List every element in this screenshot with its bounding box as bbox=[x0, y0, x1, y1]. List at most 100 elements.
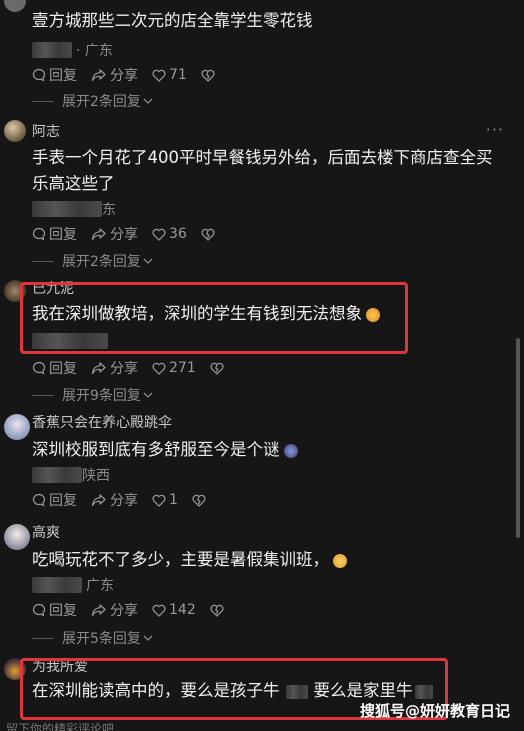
more-options-icon[interactable]: ··· bbox=[486, 120, 504, 139]
expand-replies[interactable]: 展开2条回复 bbox=[32, 251, 153, 271]
comment-actions: 回复 分享 1 bbox=[32, 490, 223, 510]
avatar[interactable] bbox=[4, 414, 30, 440]
expand-label: 展开5条回复 bbox=[62, 631, 141, 647]
share-label: 分享 bbox=[110, 361, 138, 377]
broken-heart-icon bbox=[210, 604, 224, 617]
comment-location: 东 bbox=[102, 202, 116, 218]
comment-text-content: 深圳校服到底有多舒服至今是个谜 bbox=[32, 440, 280, 459]
expand-replies[interactable]: 展开9条回复 bbox=[32, 385, 153, 405]
share-icon bbox=[91, 604, 106, 617]
dislike-button[interactable] bbox=[201, 228, 218, 241]
share-icon bbox=[91, 362, 106, 375]
like-button[interactable]: 36 bbox=[152, 226, 187, 242]
chevron-down-icon bbox=[143, 392, 153, 398]
username[interactable]: 香蕉只会在养心殿跳伞 bbox=[32, 412, 172, 432]
comment-text-content: 吃喝玩花不了多少，主要是暑假集训班， bbox=[32, 550, 329, 569]
divider bbox=[32, 394, 54, 396]
username[interactable]: 阿志 bbox=[32, 121, 60, 141]
reply-button[interactable]: 回复 bbox=[32, 65, 77, 85]
broken-heart-icon bbox=[192, 494, 206, 507]
share-button[interactable]: 分享 bbox=[91, 224, 138, 244]
dislike-button[interactable] bbox=[201, 69, 218, 82]
comment-location: · 广东 bbox=[76, 43, 113, 59]
share-label: 分享 bbox=[110, 493, 138, 509]
share-button[interactable]: 分享 bbox=[91, 358, 138, 378]
expand-replies[interactable]: 展开2条回复 bbox=[32, 91, 153, 111]
avatar[interactable] bbox=[4, 524, 30, 550]
reply-button[interactable]: 回复 bbox=[32, 600, 77, 620]
comment-actions: 回复 分享 271 bbox=[32, 358, 241, 378]
comment-actions: 回复 分享 71 bbox=[32, 65, 232, 85]
avatar[interactable] bbox=[4, 120, 26, 142]
username[interactable]: 高爽 bbox=[32, 522, 60, 542]
expand-label: 展开9条回复 bbox=[62, 388, 141, 404]
emoji-icon bbox=[333, 553, 347, 568]
highlight-box bbox=[20, 282, 408, 354]
share-button[interactable]: 分享 bbox=[91, 490, 138, 510]
like-count: 36 bbox=[169, 226, 187, 242]
share-icon bbox=[91, 494, 106, 507]
reply-label: 回复 bbox=[49, 68, 77, 84]
reply-label: 回复 bbox=[49, 227, 77, 243]
like-count: 142 bbox=[169, 602, 196, 618]
comment-text: 深圳校服到底有多舒服至今是个谜 bbox=[32, 437, 502, 463]
broken-heart-icon bbox=[210, 362, 224, 375]
chevron-down-icon bbox=[143, 258, 153, 264]
like-count: 271 bbox=[169, 360, 196, 376]
heart-icon bbox=[152, 69, 166, 82]
heart-icon bbox=[152, 228, 166, 241]
share-label: 分享 bbox=[110, 603, 138, 619]
blurred-username bbox=[32, 467, 82, 483]
comment-actions: 回复 分享 142 bbox=[32, 600, 241, 620]
comment-location: 陕西 bbox=[82, 468, 110, 484]
reply-icon bbox=[32, 68, 46, 82]
like-button[interactable]: 271 bbox=[152, 360, 196, 376]
reply-icon bbox=[32, 227, 46, 241]
expand-label: 展开2条回复 bbox=[62, 94, 141, 110]
blurred-username bbox=[32, 42, 72, 58]
share-label: 分享 bbox=[110, 68, 138, 84]
divider bbox=[32, 100, 54, 102]
heart-icon bbox=[152, 494, 166, 507]
reply-label: 回复 bbox=[49, 603, 77, 619]
heart-icon bbox=[152, 604, 166, 617]
dislike-button[interactable] bbox=[210, 362, 227, 375]
broken-heart-icon bbox=[201, 69, 215, 82]
scrollbar[interactable] bbox=[516, 338, 520, 538]
heart-icon bbox=[152, 362, 166, 375]
reply-button[interactable]: 回复 bbox=[32, 224, 77, 244]
dislike-button[interactable] bbox=[192, 494, 209, 507]
dislike-button[interactable] bbox=[210, 604, 227, 617]
reply-icon bbox=[32, 493, 46, 507]
blurred-username bbox=[32, 577, 82, 593]
comment-text: 手表一个月花了400平时早餐钱另外给，后面去楼下商店查全买乐高这些了 bbox=[32, 148, 493, 193]
like-button[interactable]: 71 bbox=[152, 67, 187, 83]
like-button[interactable]: 142 bbox=[152, 602, 196, 618]
comment-actions: 回复 分享 36 bbox=[32, 224, 232, 244]
comment-meta: 陕西 bbox=[32, 465, 110, 485]
avatar[interactable] bbox=[4, 0, 26, 12]
reply-button[interactable]: 回复 bbox=[32, 358, 77, 378]
comment-meta: · 广东 bbox=[32, 40, 113, 60]
reply-icon bbox=[32, 603, 46, 617]
comment-screen: 壹方城那些二次元的店全靠学生零花钱 · 广东 回复 分享 71 展开2条回复 阿… bbox=[0, 0, 524, 731]
expand-label: 展开2条回复 bbox=[62, 254, 141, 270]
watermark: 搜狐号@妍妍教育日记 bbox=[359, 702, 510, 720]
broken-heart-icon bbox=[201, 228, 215, 241]
chevron-down-icon bbox=[143, 98, 153, 104]
chevron-down-icon bbox=[143, 635, 153, 641]
share-button[interactable]: 分享 bbox=[91, 600, 138, 620]
like-count: 71 bbox=[169, 67, 187, 83]
comment-text: 壹方城那些二次元的店全靠学生零花钱 bbox=[32, 11, 313, 30]
share-label: 分享 bbox=[110, 227, 138, 243]
expand-replies[interactable]: 展开5条回复 bbox=[32, 628, 153, 648]
comment-input-placeholder[interactable]: 留下你的精彩评论吧 bbox=[6, 720, 114, 731]
comment-meta: 广东 bbox=[32, 575, 114, 595]
like-button[interactable]: 1 bbox=[152, 492, 178, 508]
like-count: 1 bbox=[169, 492, 178, 508]
share-icon bbox=[91, 69, 106, 82]
reply-button[interactable]: 回复 bbox=[32, 490, 77, 510]
share-button[interactable]: 分享 bbox=[91, 65, 138, 85]
reply-label: 回复 bbox=[49, 361, 77, 377]
comment-text: 吃喝玩花不了多少，主要是暑假集训班， bbox=[32, 547, 502, 573]
